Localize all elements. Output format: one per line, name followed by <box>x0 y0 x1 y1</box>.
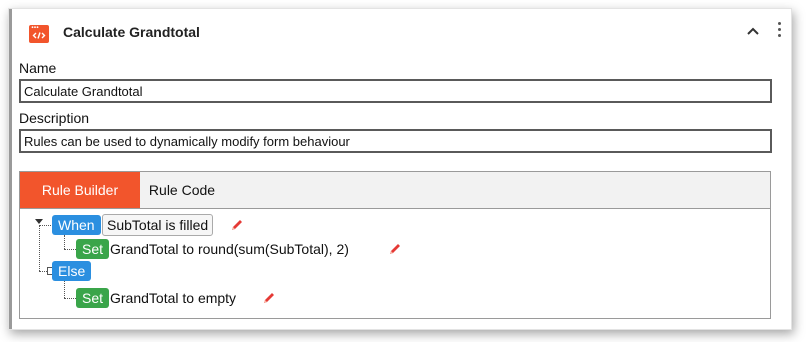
when-condition[interactable]: SubTotal is filled <box>102 214 214 236</box>
more-options-icon[interactable] <box>775 22 783 40</box>
tab-rule-code[interactable]: Rule Code <box>140 172 224 208</box>
rule-tree: When SubTotal is filled Set GrandTotal t… <box>20 209 770 318</box>
expand-triangle-icon[interactable] <box>35 219 43 224</box>
description-input[interactable] <box>19 129 772 153</box>
edit-pencil-icon[interactable] <box>262 291 276 305</box>
tab-rule-builder[interactable]: Rule Builder <box>20 172 140 208</box>
else-badge[interactable]: Else <box>52 261 92 281</box>
panel-title: Calculate Grandtotal <box>63 24 200 40</box>
description-label: Description <box>19 110 90 126</box>
name-label: Name <box>19 60 57 76</box>
tree-line <box>64 298 76 299</box>
name-input[interactable] <box>19 79 772 103</box>
tab-bar: Rule Builder Rule Code <box>20 172 770 209</box>
rule-panel: Calculate Grandtotal Name Description Ru… <box>8 8 792 330</box>
tree-line <box>64 249 76 250</box>
set-action-text[interactable]: GrandTotal to empty <box>110 288 236 308</box>
tree-line <box>39 225 40 271</box>
set-badge[interactable]: Set <box>76 288 110 308</box>
rule-tabs: Rule Builder Rule Code When SubTotal is … <box>19 171 771 319</box>
code-window-icon <box>29 25 49 43</box>
when-badge[interactable]: When <box>52 215 101 235</box>
edit-pencil-icon[interactable] <box>388 242 402 256</box>
panel-header[interactable]: Calculate Grandtotal <box>9 9 791 57</box>
edit-pencil-icon[interactable] <box>230 218 244 232</box>
tree-line <box>64 235 65 249</box>
tree-line <box>64 281 65 298</box>
set-action-text[interactable]: GrandTotal to round(sum(SubTotal), 2) <box>110 239 349 259</box>
chevron-up-icon[interactable] <box>745 23 761 39</box>
panel-left-accent <box>9 9 12 329</box>
set-badge[interactable]: Set <box>76 239 110 259</box>
tree-line <box>39 225 51 226</box>
